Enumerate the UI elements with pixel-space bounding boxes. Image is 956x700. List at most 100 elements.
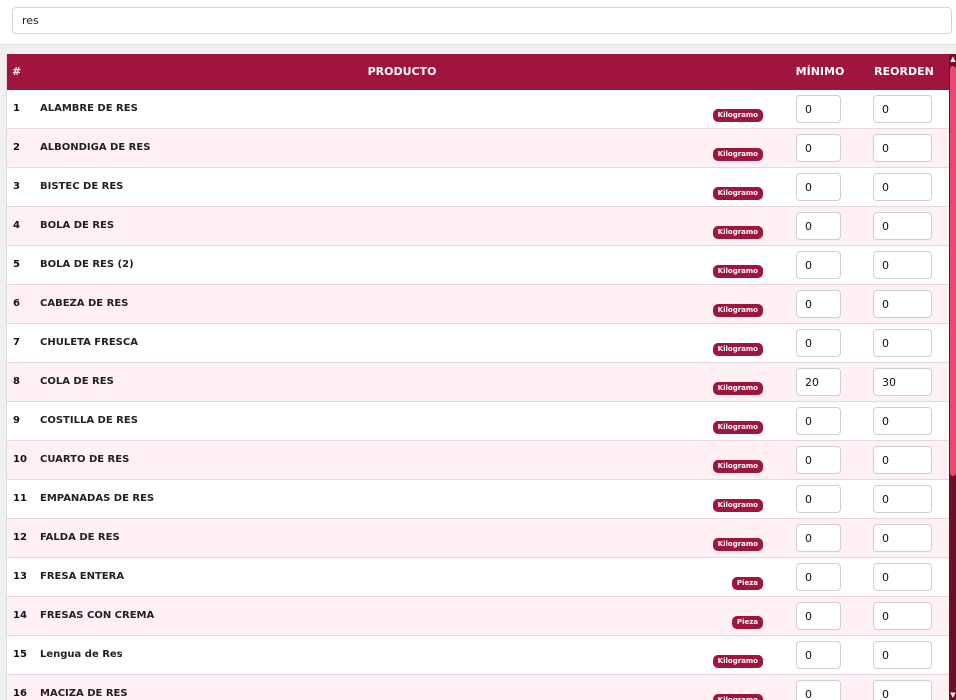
table-row: 3 BISTEC DE RES Kilogramo xyxy=(7,168,949,207)
row-number: 3 xyxy=(13,181,20,192)
table-row: 6 CABEZA DE RES Kilogramo xyxy=(7,285,949,324)
unit-badge: Kilogramo xyxy=(712,148,763,161)
minimum-input[interactable] xyxy=(796,680,841,700)
table-scrollbar[interactable]: ▲ ▼ xyxy=(949,54,956,700)
reorder-input[interactable] xyxy=(873,251,932,279)
minimum-input[interactable] xyxy=(796,485,841,513)
table-row: 9 COSTILLA DE RES Kilogramo xyxy=(7,402,949,441)
table-row: 10 CUARTO DE RES Kilogramo xyxy=(7,441,949,480)
reorder-input[interactable] xyxy=(873,212,932,240)
product-name: COLA DE RES xyxy=(40,376,114,387)
unit-cell: Kilogramo xyxy=(712,648,763,668)
minimum-input[interactable] xyxy=(796,134,841,162)
product-name: ALAMBRE DE RES xyxy=(40,103,138,114)
scroll-up-icon[interactable]: ▲ xyxy=(949,54,956,64)
search-bar xyxy=(0,0,956,45)
unit-badge: Kilogramo xyxy=(712,187,763,200)
minimum-input[interactable] xyxy=(796,641,841,669)
table-row: 16 MACIZA DE RES Kilogramo xyxy=(7,675,949,700)
minimum-input[interactable] xyxy=(796,290,841,318)
scrollbar-thumb[interactable] xyxy=(950,66,956,476)
reorder-input[interactable] xyxy=(873,641,932,669)
minimum-input[interactable] xyxy=(796,251,841,279)
table-row: 15 Lengua de Res Kilogramo xyxy=(7,636,949,675)
unit-badge: Kilogramo xyxy=(712,460,763,473)
unit-badge: Kilogramo xyxy=(712,265,763,278)
unit-badge: Kilogramo xyxy=(712,304,763,317)
table-row: 2 ALBONDIGA DE RES Kilogramo xyxy=(7,129,949,168)
product-name: CABEZA DE RES xyxy=(40,298,129,309)
row-number: 4 xyxy=(13,220,20,231)
reorder-input[interactable] xyxy=(873,524,932,552)
reorder-input[interactable] xyxy=(873,95,932,123)
table-row: 11 EMPANADAS DE RES Kilogramo xyxy=(7,480,949,519)
header-minimum: MÍNIMO xyxy=(795,65,845,78)
row-number: 1 xyxy=(13,103,20,114)
reorder-input[interactable] xyxy=(873,329,932,357)
table-row: 5 BOLA DE RES (2) Kilogramo xyxy=(7,246,949,285)
reorder-input[interactable] xyxy=(873,485,932,513)
unit-cell: Kilogramo xyxy=(712,297,763,317)
product-name: BOLA DE RES xyxy=(40,220,115,231)
reorder-input[interactable] xyxy=(873,134,932,162)
unit-cell: Kilogramo xyxy=(712,180,763,200)
unit-cell: Kilogramo xyxy=(712,687,763,700)
unit-badge: Kilogramo xyxy=(712,421,763,434)
row-number: 6 xyxy=(13,298,20,309)
unit-badge: Kilogramo xyxy=(712,538,763,551)
reorder-input[interactable] xyxy=(873,407,932,435)
unit-badge: Kilogramo xyxy=(712,343,763,356)
product-name: BOLA DE RES (2) xyxy=(40,259,134,270)
minimum-input[interactable] xyxy=(796,602,841,630)
reorder-input[interactable] xyxy=(873,680,932,700)
row-number: 7 xyxy=(13,337,20,348)
unit-cell: Kilogramo xyxy=(712,453,763,473)
table-body: 1 ALAMBRE DE RES Kilogramo 2 ALBONDIGA DE RE… xyxy=(7,90,949,700)
unit-badge: Pieza xyxy=(731,577,763,590)
minimum-input[interactable] xyxy=(796,368,841,396)
row-number: 16 xyxy=(13,688,27,699)
unit-cell: Kilogramo xyxy=(712,414,763,434)
unit-badge: Pieza xyxy=(731,616,763,629)
reorder-input[interactable] xyxy=(873,563,932,591)
row-number: 2 xyxy=(13,142,20,153)
table-row: 8 COLA DE RES Kilogramo xyxy=(7,363,949,402)
product-name: BISTEC DE RES xyxy=(40,181,124,192)
row-number: 8 xyxy=(13,376,20,387)
row-number: 9 xyxy=(13,415,20,426)
unit-badge: Kilogramo xyxy=(712,655,763,668)
table-row: 12 FALDA DE RES Kilogramo xyxy=(7,519,949,558)
unit-badge: Kilogramo xyxy=(712,226,763,239)
minimum-input[interactable] xyxy=(796,563,841,591)
minimum-input[interactable] xyxy=(796,212,841,240)
unit-cell: Pieza xyxy=(731,609,763,629)
minimum-input[interactable] xyxy=(796,95,841,123)
reorder-input[interactable] xyxy=(873,368,932,396)
search-input[interactable] xyxy=(12,7,952,34)
minimum-input[interactable] xyxy=(796,524,841,552)
table-row: 7 CHULETA FRESCA Kilogramo xyxy=(7,324,949,363)
table-row: 4 BOLA DE RES Kilogramo xyxy=(7,207,949,246)
table-header: # PRODUCTO MÍNIMO REORDEN xyxy=(7,54,949,90)
reorder-input[interactable] xyxy=(873,602,932,630)
product-name: FALDA DE RES xyxy=(40,532,120,543)
minimum-input[interactable] xyxy=(796,173,841,201)
reorder-input[interactable] xyxy=(873,446,932,474)
unit-cell: Kilogramo xyxy=(712,102,763,122)
header-product: PRODUCTO xyxy=(367,65,437,78)
minimum-input[interactable] xyxy=(796,446,841,474)
row-number: 12 xyxy=(13,532,27,543)
row-number: 15 xyxy=(13,649,27,660)
products-table: # PRODUCTO MÍNIMO REORDEN 1 ALAMBRE DE RE… xyxy=(6,54,956,700)
minimum-input[interactable] xyxy=(796,329,841,357)
product-name: CHULETA FRESCA xyxy=(40,337,138,348)
reorder-input[interactable] xyxy=(873,173,932,201)
unit-badge: Kilogramo xyxy=(712,109,763,122)
unit-cell: Kilogramo xyxy=(712,531,763,551)
minimum-input[interactable] xyxy=(796,407,841,435)
row-number: 11 xyxy=(13,493,27,504)
reorder-input[interactable] xyxy=(873,290,932,318)
table-row: 14 FRESAS CON CREMA Pieza xyxy=(7,597,949,636)
unit-cell: Pieza xyxy=(731,570,763,590)
scroll-down-icon[interactable]: ▼ xyxy=(949,690,956,700)
